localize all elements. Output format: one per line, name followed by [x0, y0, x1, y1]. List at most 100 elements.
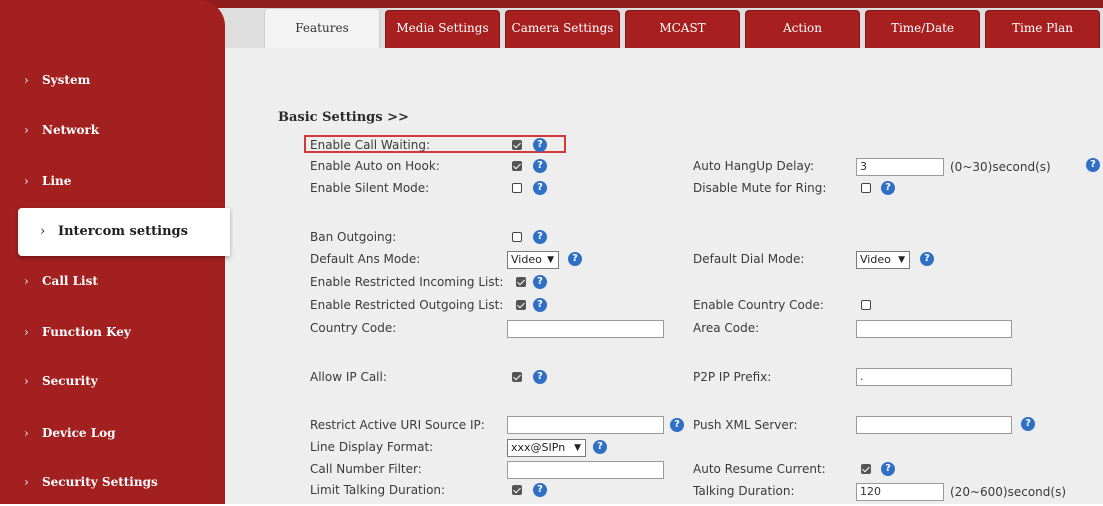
section-heading: Basic Settings >>	[278, 110, 409, 125]
enable-restricted-incoming-checkbox[interactable]	[516, 277, 526, 287]
default-ans-mode-select[interactable]: Video ▼	[507, 251, 559, 269]
country-code-label: Country Code:	[310, 321, 397, 335]
help-icon[interactable]: ?	[533, 275, 547, 289]
sidebar-item-device-log[interactable]: › Device Log	[0, 409, 225, 457]
sidebar-item-line[interactable]: › Line	[0, 157, 225, 205]
help-icon[interactable]: ?	[533, 483, 547, 497]
line-display-format-select[interactable]: xxx@SIPn ▼	[507, 439, 586, 457]
sidebar-item-system[interactable]: › System	[0, 56, 225, 104]
talking-duration-unit: (20~600)second(s)	[950, 485, 1067, 499]
p2p-ip-prefix-label: P2P IP Prefix:	[693, 370, 772, 384]
line-display-format-value: xxx@SIPn	[511, 441, 566, 454]
country-code-input[interactable]	[507, 320, 664, 338]
push-xml-server-input[interactable]	[856, 416, 1012, 434]
chevron-right-icon: ›	[24, 73, 29, 87]
limit-talking-duration-checkbox[interactable]	[512, 485, 522, 495]
help-icon[interactable]: ?	[568, 252, 582, 266]
chevron-right-icon: ›	[24, 374, 29, 388]
sidebar-item-label: Security	[42, 374, 98, 388]
enable-call-waiting-checkbox[interactable]	[512, 140, 522, 150]
auto-hangup-delay-unit: (0~30)second(s)	[950, 160, 1051, 174]
ban-outgoing-checkbox[interactable]	[512, 232, 522, 242]
chevron-down-icon: ▼	[898, 255, 905, 265]
tab-action[interactable]: Action	[745, 10, 860, 48]
call-number-filter-input[interactable]	[507, 461, 664, 479]
sidebar-item-label: Device Log	[42, 426, 116, 440]
help-icon[interactable]: ?	[533, 138, 547, 152]
sidebar-item-call-list[interactable]: › Call List	[0, 257, 225, 305]
default-dial-mode-value: Video	[860, 253, 891, 266]
sidebar-item-security[interactable]: › Security	[0, 357, 225, 405]
help-icon[interactable]: ?	[1021, 417, 1035, 431]
disable-mute-for-ring-label: Disable Mute for Ring:	[693, 181, 827, 195]
tab-media-settings[interactable]: Media Settings	[385, 10, 500, 48]
chevron-right-icon: ›	[24, 475, 29, 489]
help-icon[interactable]: ?	[881, 181, 895, 195]
enable-call-waiting-label: Enable Call Waiting:	[310, 138, 430, 152]
talking-duration-input[interactable]: 120	[856, 483, 944, 501]
help-icon[interactable]: ?	[533, 298, 547, 312]
chevron-right-icon: ›	[24, 274, 29, 288]
tab-camera-settings[interactable]: Camera Settings	[505, 10, 620, 48]
sidebar-item-security-settings[interactable]: › Security Settings	[0, 458, 225, 506]
chevron-down-icon: ▼	[547, 255, 554, 265]
sidebar-item-label: System	[42, 73, 91, 87]
chevron-down-icon: ▼	[574, 443, 581, 453]
sidebar-item-label: Line	[42, 174, 72, 188]
help-icon[interactable]: ?	[920, 252, 934, 266]
help-icon[interactable]: ?	[1086, 158, 1100, 172]
sidebar-item-network[interactable]: › Network	[0, 106, 225, 154]
help-icon[interactable]: ?	[593, 440, 607, 454]
push-xml-server-label: Push XML Server:	[693, 418, 798, 432]
chevron-right-icon: ›	[24, 426, 29, 440]
chevron-right-icon: ›	[40, 224, 46, 239]
auto-resume-current-label: Auto Resume Current:	[693, 462, 826, 476]
ban-outgoing-label: Ban Outgoing:	[310, 230, 397, 244]
chevron-right-icon: ›	[24, 174, 29, 188]
sidebar: › System › Network › Line › Intercom setting…	[0, 0, 230, 506]
enable-restricted-outgoing-checkbox[interactable]	[516, 300, 526, 310]
allow-ip-call-checkbox[interactable]	[512, 372, 522, 382]
help-icon[interactable]: ?	[881, 462, 895, 476]
auto-hangup-delay-label: Auto HangUp Delay:	[693, 159, 815, 173]
disable-mute-for-ring-checkbox[interactable]	[861, 183, 871, 193]
sidebar-item-label: Network	[42, 123, 100, 137]
tab-mcast[interactable]: MCAST	[625, 10, 740, 48]
enable-silent-mode-checkbox[interactable]	[512, 183, 522, 193]
help-icon[interactable]: ?	[533, 370, 547, 384]
enable-country-code-label: Enable Country Code:	[693, 298, 824, 312]
enable-auto-on-hook-checkbox[interactable]	[512, 161, 522, 171]
restrict-active-uri-input[interactable]	[507, 416, 664, 434]
default-dial-mode-select[interactable]: Video ▼	[856, 251, 910, 269]
limit-talking-duration-label: Limit Talking Duration:	[310, 483, 446, 497]
help-icon[interactable]: ?	[670, 418, 684, 432]
help-icon[interactable]: ?	[533, 159, 547, 173]
area-code-input[interactable]	[856, 320, 1012, 338]
line-display-format-label: Line Display Format:	[310, 440, 434, 454]
tab-time-date[interactable]: Time/Date	[865, 10, 980, 48]
auto-hangup-delay-input[interactable]: 3	[856, 158, 944, 176]
default-ans-mode-value: Video	[511, 253, 542, 266]
enable-auto-on-hook-label: Enable Auto on Hook:	[310, 159, 440, 173]
help-icon[interactable]: ?	[533, 181, 547, 195]
default-dial-mode-label: Default Dial Mode:	[693, 252, 805, 266]
chevron-right-icon: ›	[24, 123, 29, 137]
enable-country-code-checkbox[interactable]	[861, 300, 871, 310]
tab-time-plan[interactable]: Time Plan	[985, 10, 1100, 48]
auto-resume-current-checkbox[interactable]	[861, 464, 871, 474]
tab-bar: Features Media Settings Camera Settings …	[264, 8, 1100, 48]
restrict-active-uri-label: Restrict Active URI Source IP:	[310, 418, 485, 432]
talking-duration-label: Talking Duration:	[693, 484, 795, 498]
enable-silent-mode-label: Enable Silent Mode:	[310, 181, 430, 195]
call-number-filter-label: Call Number Filter:	[310, 462, 422, 476]
tab-features[interactable]: Features	[264, 8, 380, 48]
sidebar-item-label: Security Settings	[42, 475, 158, 489]
p2p-ip-prefix-input[interactable]: .	[856, 368, 1012, 386]
sidebar-item-function-key[interactable]: › Function Key	[0, 308, 225, 356]
sidebar-item-label: Function Key	[42, 325, 131, 339]
sidebar-item-intercom-settings[interactable]: › Intercom settings	[18, 208, 230, 256]
enable-restricted-incoming-label: Enable Restricted Incoming List:	[310, 275, 504, 289]
sidebar-item-label: Call List	[42, 274, 98, 288]
help-icon[interactable]: ?	[533, 230, 547, 244]
default-ans-mode-label: Default Ans Mode:	[310, 252, 421, 266]
